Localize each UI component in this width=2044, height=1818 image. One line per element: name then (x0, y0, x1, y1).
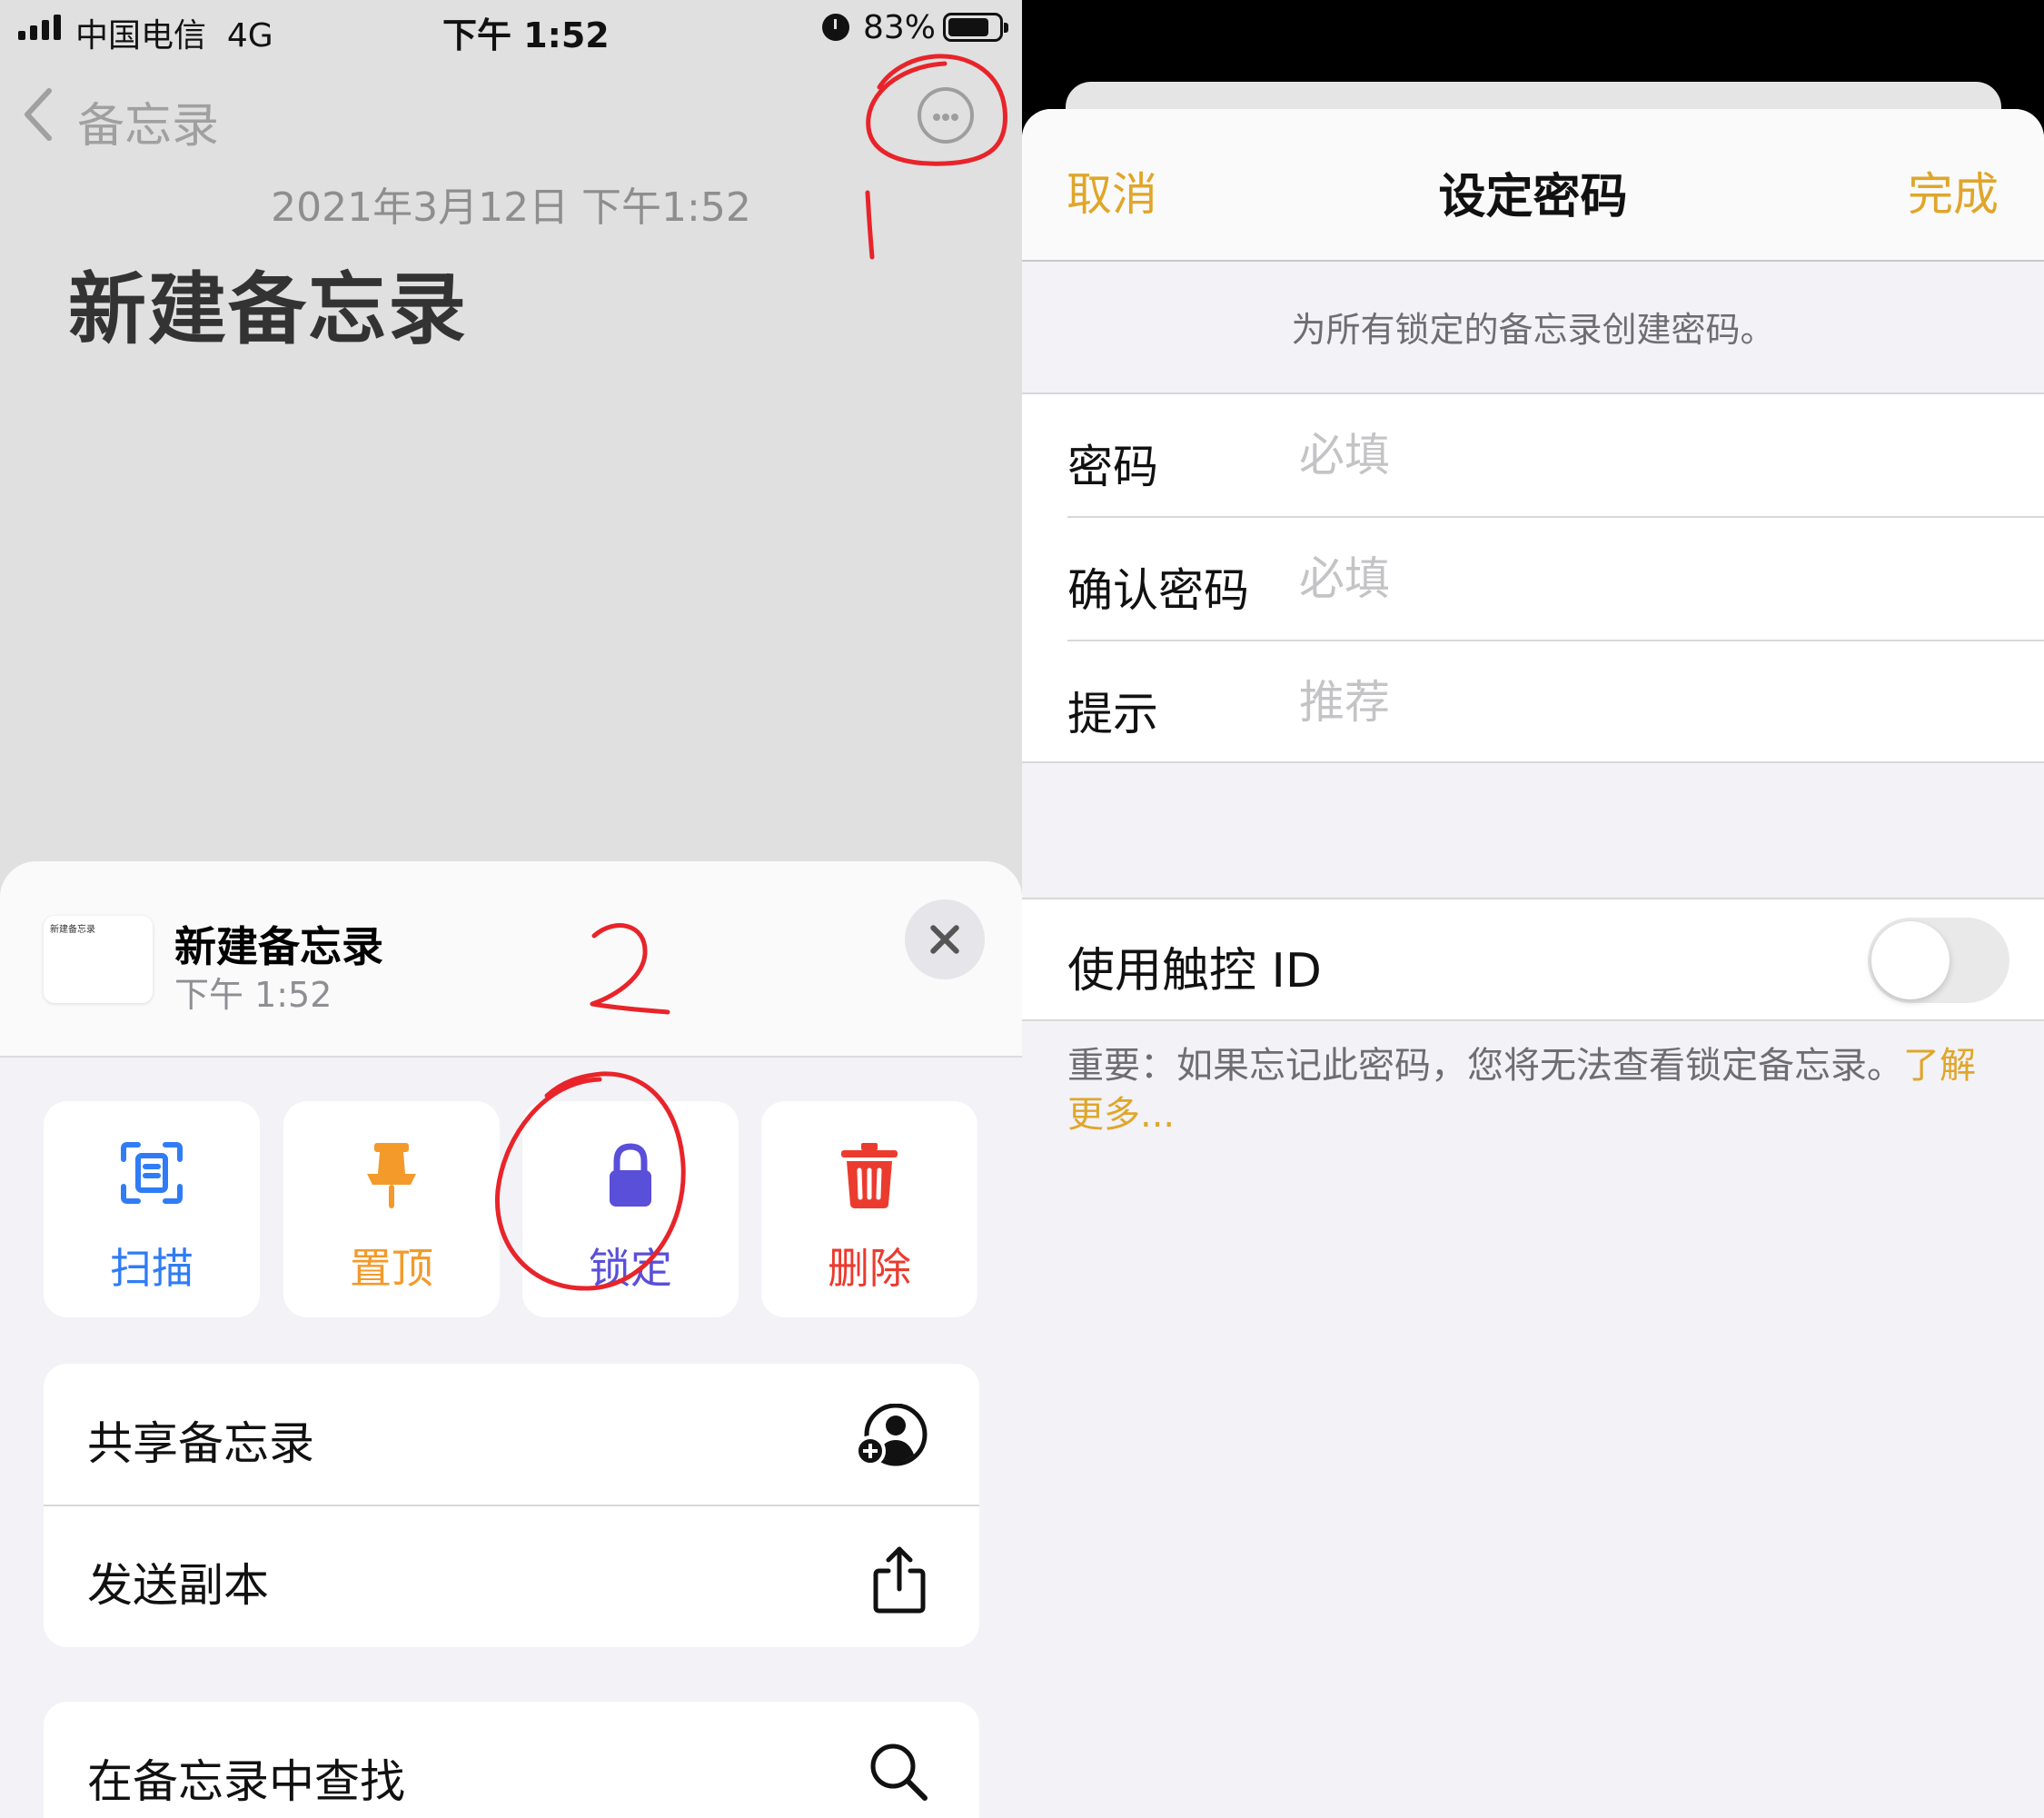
done-button[interactable]: 完成 (1908, 158, 1999, 224)
warning-text: 重要：如果忘记此密码，您将无法查看锁定备忘录。 (1067, 1045, 1903, 1087)
alarm-icon (822, 14, 849, 41)
touch-id-row: 使用触控 ID (1022, 898, 2044, 1021)
share-note-row[interactable]: 共享备忘录 (44, 1364, 979, 1505)
password-row: 密码 (1022, 394, 2044, 516)
thumbnail-text: 新建备忘录 (50, 925, 95, 935)
password-description: 为所有锁定的备忘录创建密码。 (1291, 310, 1775, 350)
hint-field[interactable] (1299, 674, 1989, 730)
xmark-icon[interactable] (905, 899, 985, 979)
confirm-password-field[interactable] (1299, 551, 1989, 607)
notes-screen: 中国电信 4G 下午 1:52 83% 备忘录 2021年3月12日 下午1:5… (0, 0, 1022, 1818)
sheet-note-time: 下午 1:52 (174, 975, 332, 1015)
sheet-note-title: 新建备忘录 (174, 922, 383, 971)
lock-icon (610, 1143, 651, 1207)
status-time: 下午 1:52 (442, 15, 610, 55)
find-in-note-row[interactable]: 在备忘录中查找 (44, 1702, 979, 1818)
touch-id-toggle[interactable] (1868, 918, 2009, 1003)
password-warning: 重要：如果忘记此密码，您将无法查看锁定备忘录。了解更多... (1067, 1041, 2003, 1139)
send-copy-label: 发送副本 (87, 1559, 269, 1612)
confirm-password-label: 确认密码 (1067, 564, 1249, 617)
status-network: 4G (226, 17, 273, 55)
toggle-knob (1871, 921, 1950, 999)
pin-icon (367, 1143, 416, 1208)
person-add-icon (856, 1404, 928, 1466)
action-sheet: 新建备忘录 新建备忘录 下午 1:52 扫描 置顶 锁定 删除 共享备忘录 发送… (0, 861, 1022, 1818)
ellipsis-circle-icon[interactable] (918, 87, 974, 144)
find-options-group: 在备忘录中查找 (44, 1702, 979, 1818)
set-password-screen: 设定密码 取消 完成 为所有锁定的备忘录创建密码。 密码 确认密码 提示 使用触… (1022, 0, 2044, 1818)
cellular-signal-icon (18, 13, 61, 40)
password-modal: 设定密码 取消 完成 为所有锁定的备忘录创建密码。 密码 确认密码 提示 使用触… (1022, 109, 2044, 1818)
lock-label: 锁定 (589, 1244, 672, 1293)
battery-percent: 83% (863, 9, 937, 46)
modal-title: 设定密码 (1438, 170, 1628, 224)
password-form: 密码 确认密码 提示 (1022, 392, 2044, 763)
scan-label: 扫描 (110, 1244, 193, 1293)
hint-row: 提示 (1022, 641, 2044, 763)
scan-document-icon (121, 1142, 183, 1204)
status-carrier: 中国电信 4G (75, 17, 273, 55)
back-button-label[interactable]: 备忘录 (77, 87, 219, 155)
note-thumbnail: 新建备忘录 (44, 916, 153, 1003)
battery-icon (943, 13, 1008, 42)
share-icon (873, 1546, 926, 1614)
lock-button[interactable]: 锁定 (522, 1101, 739, 1317)
find-in-note-label: 在备忘录中查找 (87, 1755, 405, 1808)
password-label: 密码 (1067, 441, 1158, 493)
magnifier-icon (870, 1743, 928, 1801)
scan-button[interactable]: 扫描 (44, 1101, 260, 1317)
pin-label: 置顶 (350, 1244, 433, 1293)
status-bar: 中国电信 4G 下午 1:52 83% (0, 0, 1022, 56)
chevron-left-icon[interactable] (20, 87, 56, 142)
note-date: 2021年3月12日 下午1:52 (271, 184, 751, 231)
sheet-header: 新建备忘录 新建备忘录 下午 1:52 (0, 861, 1022, 1058)
modal-nav-bar: 设定密码 取消 完成 (1022, 109, 2044, 262)
delete-button[interactable]: 删除 (761, 1101, 977, 1317)
pin-button[interactable]: 置顶 (283, 1101, 500, 1317)
confirm-password-row: 确认密码 (1022, 518, 2044, 640)
note-title[interactable]: 新建备忘录 (68, 245, 468, 359)
touch-id-label: 使用触控 ID (1067, 944, 1322, 998)
hint-label: 提示 (1067, 688, 1158, 740)
cancel-button[interactable]: 取消 (1067, 158, 1157, 224)
trash-icon (841, 1143, 898, 1208)
share-note-label: 共享备忘录 (87, 1417, 314, 1470)
send-copy-row[interactable]: 发送副本 (44, 1505, 979, 1647)
share-options-group: 共享备忘录 发送副本 (44, 1364, 979, 1647)
delete-label: 删除 (828, 1244, 911, 1293)
password-field[interactable] (1299, 427, 1989, 483)
